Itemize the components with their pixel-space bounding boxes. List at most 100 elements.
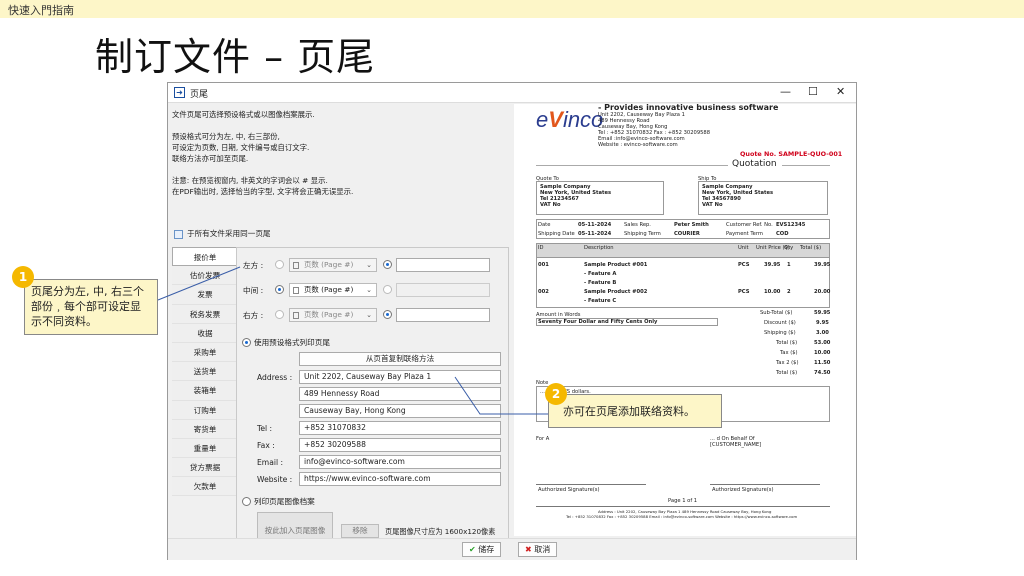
note-line: 注意: 在预览视窗内, 非英文的字词会以 # 显示.: [172, 176, 328, 185]
email-input[interactable]: info@evinco-software.com: [299, 455, 501, 469]
ship-to-line: VAT No: [702, 202, 723, 208]
tab-weight-list[interactable]: 重量单: [172, 438, 238, 459]
item-cell: 39.95: [764, 262, 781, 268]
website-input[interactable]: https://www.evinco-software.com: [299, 472, 501, 486]
tab-debit-note[interactable]: 欠款单: [172, 477, 238, 497]
items-head-cell: Total ($): [800, 245, 822, 251]
left-text-radio[interactable]: [383, 260, 392, 269]
page-icon: [293, 287, 299, 294]
total-label: Shipping ($): [764, 330, 796, 336]
item-cell: 002: [538, 289, 549, 295]
right-page-radio[interactable]: [275, 310, 284, 319]
cross-icon: ✖: [525, 545, 535, 554]
info-cell: Peter Smith: [674, 222, 709, 228]
left-select[interactable]: 页数 (Page #) ⌄: [289, 258, 377, 272]
tab-receipt[interactable]: 收据: [172, 323, 238, 343]
center-label: 中间 :: [243, 286, 264, 295]
info-cell: COURIER: [674, 231, 700, 237]
address-line-3[interactable]: Causeway Bay, Hong Kong: [299, 404, 501, 418]
tab-sales-order[interactable]: 订购单: [172, 400, 238, 420]
total-value: 11.50: [814, 360, 831, 366]
total-label: Discount ($): [764, 320, 796, 326]
right-select[interactable]: 页数 (Page #) ⌄: [289, 308, 377, 322]
center-text-input[interactable]: [396, 283, 490, 297]
center-page-radio[interactable]: [275, 285, 284, 294]
tab-credit-note[interactable]: 贷方票据: [172, 458, 238, 478]
footer-settings-panel: 左方 : 页数 (Page #) ⌄ 中间 : 页数 (Page #) ⌄ 右方 :…: [236, 247, 509, 556]
preview-rule: [536, 165, 728, 166]
note-line: 可设定为页数, 日期, 文件编号或自订文字.: [172, 143, 310, 152]
info-cell: Date: [538, 222, 551, 228]
total-value: 59.95: [814, 310, 831, 316]
left-label: 左方 :: [243, 261, 264, 270]
callout-1-text: 页尾分为左, 中, 右三个部份﹐每个部可设定显示不同资料。: [31, 285, 144, 328]
left-page-radio[interactable]: [275, 260, 284, 269]
address-line-1[interactable]: Unit 2202, Causeway Bay Plaza 1: [299, 370, 501, 384]
fax-label: Fax :: [257, 441, 275, 450]
item-cell: PCS: [738, 289, 750, 295]
app-icon: ➜: [174, 87, 185, 98]
note-spacer: [172, 164, 353, 175]
item-cell: - Feature A: [584, 271, 617, 277]
preview-addr: Website : evinco-software.com: [598, 142, 678, 148]
preview-tagline: - Provides innovative business software: [598, 104, 779, 112]
use-preset-label: 使用预设格式列印页尾: [254, 338, 330, 347]
preview-doc-title: Quotation: [732, 159, 777, 169]
center-text-radio[interactable]: [383, 285, 392, 294]
item-cell: - Feature C: [584, 298, 617, 304]
total-label: Tax ($): [780, 350, 798, 356]
tab-quotation[interactable]: 报价单: [172, 247, 238, 267]
item-cell: - Feature B: [584, 280, 617, 286]
right-text-input[interactable]: [396, 308, 490, 322]
close-button[interactable]: ✕: [836, 85, 845, 98]
preview-for-right-name: [CUSTOMER_NAME]: [710, 442, 762, 448]
tab-packing-list[interactable]: 装箱单: [172, 381, 238, 401]
dialog-button-bar: ✔ 储存 ✖ 取消: [168, 538, 856, 560]
items-head-cell: ID: [538, 245, 544, 251]
center-select[interactable]: 页数 (Page #) ⌄: [289, 283, 377, 297]
right-text-radio[interactable]: [383, 310, 392, 319]
minimize-button[interactable]: —: [780, 85, 791, 98]
print-image-radio[interactable]: [242, 497, 251, 506]
item-cell: 2: [787, 289, 791, 295]
tab-proforma[interactable]: 估价发票: [172, 266, 238, 286]
use-preset-radio[interactable]: [242, 338, 251, 347]
tel-label: Tel :: [257, 424, 273, 433]
checkbox-box[interactable]: [174, 229, 183, 239]
tab-tax-invoice[interactable]: 税务发票: [172, 304, 238, 324]
maximize-button[interactable]: ☐: [808, 85, 818, 98]
callout-1: 页尾分为左, 中, 右三个部份﹐每个部可设定显示不同资料。: [24, 279, 158, 335]
save-label: 储存: [478, 545, 495, 554]
copy-contact-button[interactable]: 从页首复制联络方法: [299, 352, 501, 366]
tab-invoice[interactable]: 发票: [172, 285, 238, 305]
signature-line: [536, 484, 646, 485]
address-line-2[interactable]: 489 Hennessy Road: [299, 387, 501, 401]
tab-delivery-note[interactable]: 送货单: [172, 362, 238, 382]
total-label: Total ($): [776, 340, 798, 346]
print-image-label: 列印页尾图像档案: [254, 497, 315, 506]
preview-page-number: Page 1 of 1: [668, 498, 698, 504]
callout-2-badge: 2: [545, 383, 567, 405]
left-text-input[interactable]: [396, 258, 490, 272]
email-label: Email :: [257, 458, 284, 467]
slide-title: 制订文件 – 页尾: [95, 35, 376, 79]
item-cell: 10.00: [764, 289, 781, 295]
fax-input[interactable]: +852 30209588: [299, 438, 501, 452]
chevron-down-icon: ⌄: [366, 286, 372, 294]
total-value: 10.00: [814, 350, 831, 356]
note-spacer: [172, 120, 353, 131]
item-cell: 001: [538, 262, 549, 268]
total-label: Total ($): [776, 370, 798, 376]
cancel-button[interactable]: ✖ 取消: [518, 542, 558, 557]
save-button[interactable]: ✔ 储存: [462, 542, 502, 557]
tel-input[interactable]: +852 31070832: [299, 421, 501, 435]
items-head-cell: Qty: [784, 245, 794, 251]
tab-purchase-order[interactable]: 采购单: [172, 342, 238, 363]
tab-consignment[interactable]: 寄货单: [172, 419, 238, 439]
preview-footer-contact: Tel : +852 31070832 Fax : +852 30209588 …: [566, 514, 798, 519]
remove-image-button[interactable]: 移除: [341, 524, 379, 538]
settings-pane: 文件页尾可选择预设格式或以图像档案展示. 预设格式可分为左, 中, 右三部份, …: [168, 104, 512, 556]
same-footer-checkbox[interactable]: 于所有文件采用同一页尾: [174, 228, 271, 239]
image-size-hint: 页尾图像尺寸应为 1600x120像素: [385, 527, 496, 536]
website-label: Website :: [257, 475, 293, 484]
